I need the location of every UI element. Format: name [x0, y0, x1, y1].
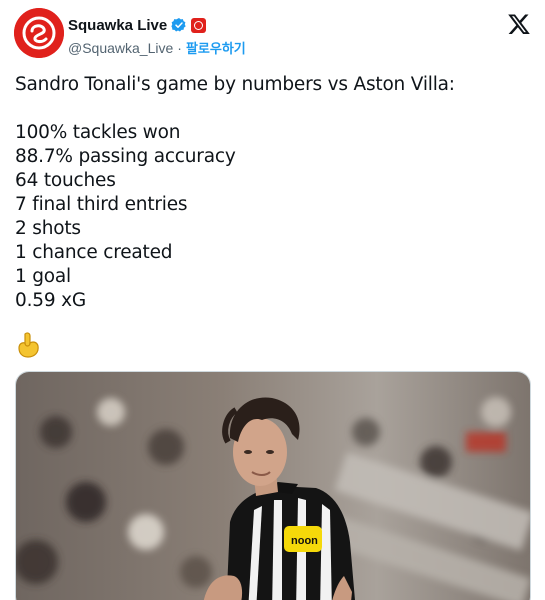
stat-line: 1 chance created: [15, 242, 173, 263]
separator: ·: [177, 39, 182, 56]
stat-line: 88.7% passing accuracy: [15, 146, 236, 167]
sponsor-text: noon: [291, 535, 318, 547]
stat-line: 0.59 xG: [15, 290, 86, 311]
follow-button[interactable]: 팔로우하기: [186, 38, 246, 57]
tweet-text: Sandro Tonali's game by numbers vs Aston…: [15, 73, 530, 313]
avatar[interactable]: [14, 8, 64, 58]
display-name[interactable]: Squawka Live: [68, 17, 167, 34]
stat-line: 2 shots: [15, 218, 81, 239]
player-photo: noon: [16, 372, 530, 600]
handle[interactable]: @Squawka_Live: [68, 40, 173, 56]
tweet-photo[interactable]: noon: [15, 371, 531, 600]
tweet-intro: Sandro Tonali's game by numbers vs Aston…: [15, 74, 455, 95]
affiliate-badge-icon[interactable]: [191, 17, 207, 33]
squawka-logo-icon: [14, 8, 64, 58]
tweet-header: Squawka Live @Squawka_Live · 팔로우하기: [14, 8, 535, 60]
stat-line: 64 touches: [15, 170, 116, 191]
stat-line: 100% tackles won: [15, 122, 181, 143]
pinching-hand-emoji: [18, 332, 39, 358]
verified-badge-icon: [171, 18, 186, 32]
stat-line: 1 goal: [15, 266, 71, 287]
stat-line: 7 final third entries: [15, 194, 188, 215]
x-logo-icon[interactable]: [507, 12, 531, 36]
